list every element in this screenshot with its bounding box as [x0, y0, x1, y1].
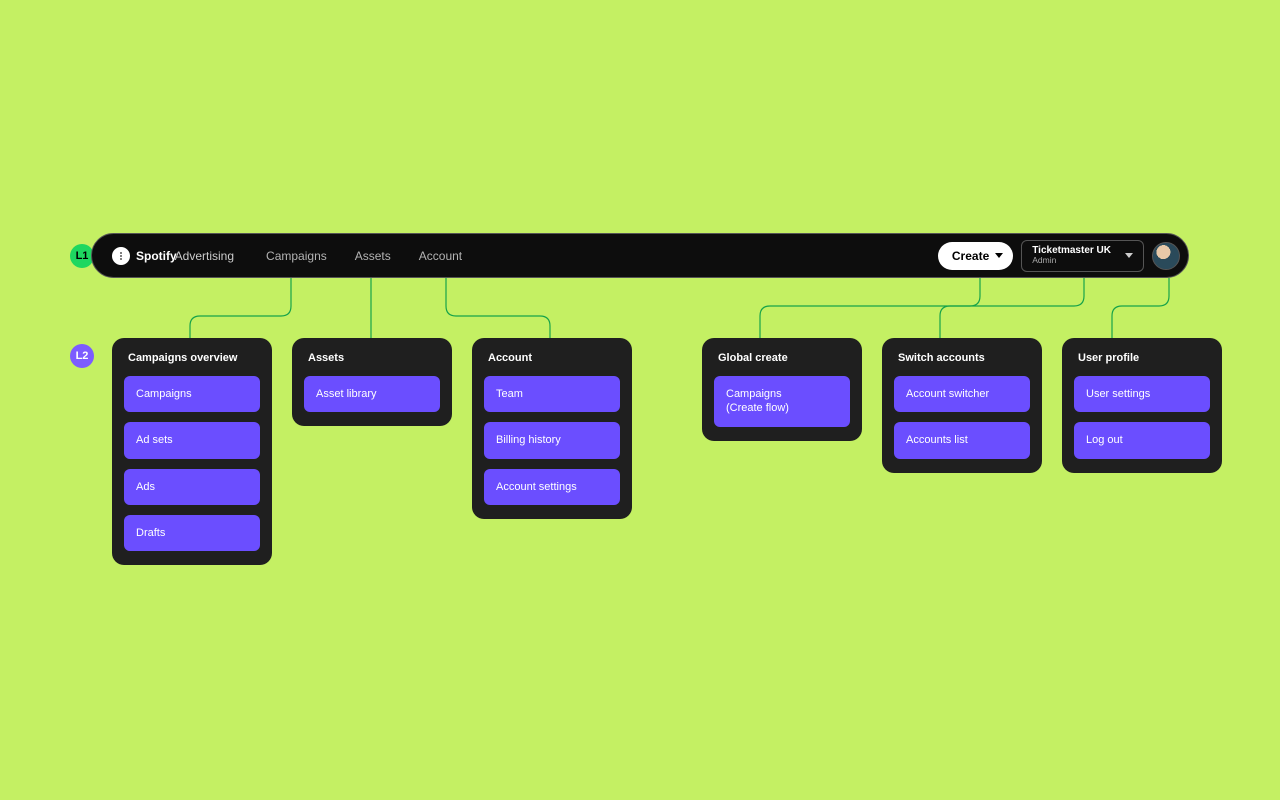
nav-links: Campaigns Assets Account	[266, 249, 462, 263]
l2-panels: Campaigns overview Campaigns Ad sets Ads Dra…	[112, 338, 1222, 565]
panel-item[interactable]: Accounts list	[894, 422, 1030, 458]
account-role: Admin	[1032, 256, 1111, 266]
panel: User profile User settings Log out	[1062, 338, 1222, 473]
avatar[interactable]	[1152, 242, 1180, 270]
panel-title: Account	[484, 352, 620, 364]
panel-item[interactable]: Billing history	[484, 422, 620, 458]
panel-item[interactable]: Asset library	[304, 376, 440, 412]
panel-item[interactable]: User settings	[1074, 376, 1210, 412]
panel-item[interactable]: Team	[484, 376, 620, 412]
panel: Account Team Billing history Account settin…	[472, 338, 632, 519]
panel-item[interactable]: Ad sets	[124, 422, 260, 458]
panel-item[interactable]: Campaigns (Create flow)	[714, 376, 850, 427]
brand-logo[interactable]: SpotifyAdvertising	[112, 247, 234, 265]
nav-assets[interactable]: Assets	[355, 249, 391, 263]
panel: Switch accounts Account switcher Accounts …	[882, 338, 1042, 473]
panel-title: User profile	[1074, 352, 1210, 364]
nav-account[interactable]: Account	[419, 249, 462, 263]
panel: Assets Asset library	[292, 338, 452, 426]
panel-item[interactable]: Account settings	[484, 469, 620, 505]
panel-title: Campaigns overview	[124, 352, 260, 364]
account-switcher-pill[interactable]: Ticketmaster UK Admin	[1021, 240, 1144, 272]
panel: Global create Campaigns (Create flow)	[702, 338, 862, 441]
top-navbar: SpotifyAdvertising Campaigns Assets Acco…	[91, 233, 1189, 278]
create-label: Create	[952, 249, 989, 263]
panel: Campaigns overview Campaigns Ad sets Ads Dra…	[112, 338, 272, 565]
brand-subtitle: Advertising	[175, 249, 234, 263]
chevron-down-icon	[1125, 253, 1133, 258]
nav-campaigns[interactable]: Campaigns	[266, 249, 327, 263]
panel-item[interactable]: Drafts	[124, 515, 260, 551]
spotify-icon	[112, 247, 130, 265]
panel-title: Global create	[714, 352, 850, 364]
l2-badge: L2	[70, 344, 94, 368]
create-button[interactable]: Create	[938, 242, 1013, 270]
panel-item[interactable]: Ads	[124, 469, 260, 505]
panel-title: Assets	[304, 352, 440, 364]
panel-title: Switch accounts	[894, 352, 1030, 364]
panel-item[interactable]: Campaigns	[124, 376, 260, 412]
chevron-down-icon	[995, 253, 1003, 258]
brand-name: Spotify	[136, 249, 177, 263]
panel-item[interactable]: Account switcher	[894, 376, 1030, 412]
panel-item[interactable]: Log out	[1074, 422, 1210, 458]
